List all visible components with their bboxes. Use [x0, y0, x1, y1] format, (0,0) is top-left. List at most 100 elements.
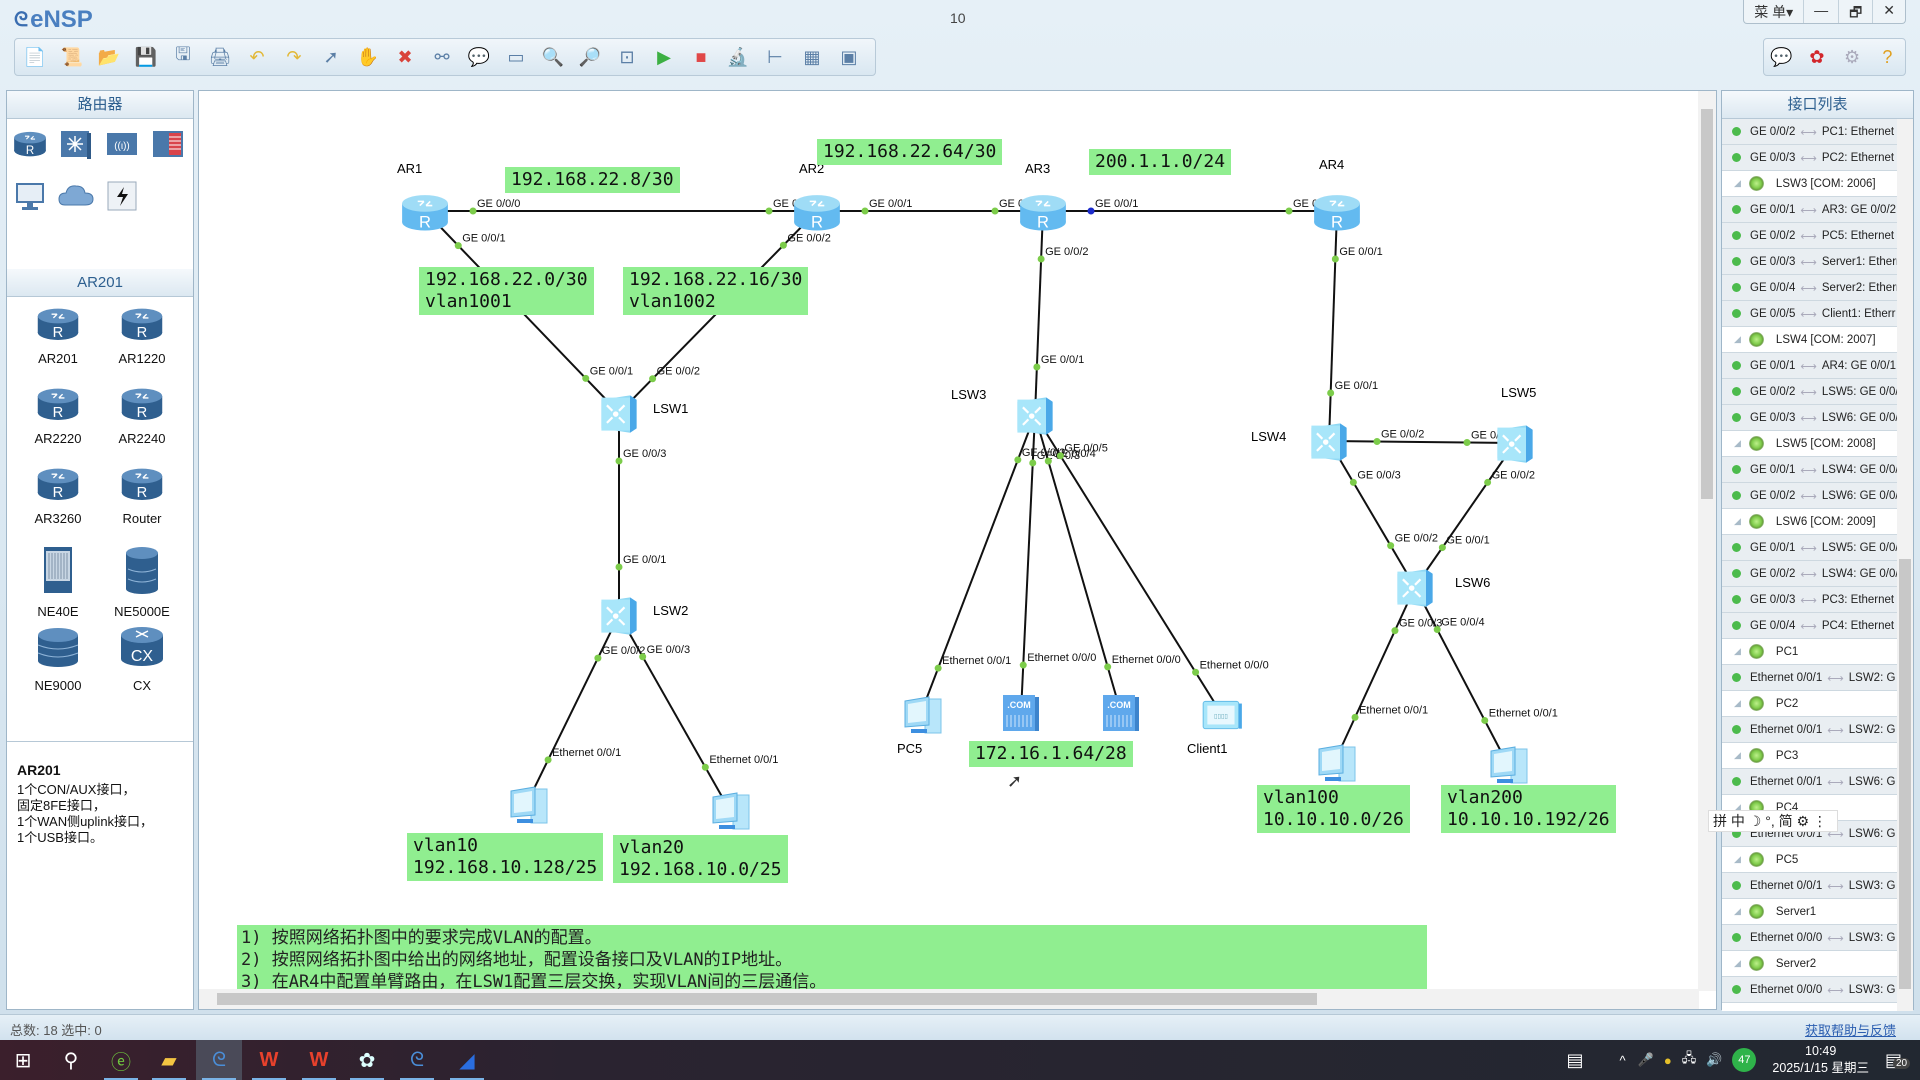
interface-row[interactable]: Ethernet 0/0/1 ⟷ LSW2: G — [1722, 717, 1897, 743]
settings-button[interactable]: ⚙ — [1838, 43, 1866, 71]
delete-button[interactable]: ✖ — [391, 43, 419, 71]
node-server1[interactable]: .COMServer1 — [987, 691, 1043, 756]
interface-row[interactable]: Ethernet 0/0/0 ⟷ LSW3: G — [1722, 925, 1897, 951]
device-ne9000[interactable]: NE9000 — [16, 625, 100, 705]
network-note[interactable]: 200.1.1.0/24 — [1089, 149, 1232, 175]
interface-row[interactable]: Ethernet 0/0/0 ⟷ LSW3: G — [1722, 977, 1897, 1003]
node-lsw4[interactable]: LSW4 — [1251, 419, 1351, 468]
device-ar201[interactable]: R AR201 — [16, 305, 100, 385]
scroll-thumb[interactable] — [217, 993, 1317, 1005]
interface-row[interactable]: GE 0/0/2 ⟷ PC1: Ethernet — [1722, 119, 1897, 145]
network-note[interactable]: 192.168.22.8/30 — [505, 167, 680, 193]
category-connection[interactable] — [103, 179, 141, 217]
interface-row[interactable]: GE 0/0/1 ⟷ AR4: GE 0/0/1 — [1722, 353, 1897, 379]
link-ar4-lsw4[interactable] — [1328, 210, 1338, 442]
node-client1[interactable]: ▯▯▯▯ Client1 — [1187, 691, 1245, 756]
canvas-vertical-scrollbar[interactable] — [1698, 91, 1716, 991]
help-feedback-link[interactable]: 获取帮助与反馈 — [1805, 1020, 1896, 1039]
interface-row[interactable]: Ethernet 0/0/1 ⟷ LSW3: G — [1722, 873, 1897, 899]
network-note[interactable]: 192.168.22.0/30 vlan1001 — [419, 267, 594, 315]
device-group-row[interactable]: ◢ LSW6 [COM: 2009] — [1722, 509, 1897, 535]
open-button[interactable]: 📂 — [95, 43, 123, 71]
minimize-button[interactable]: — — [1803, 0, 1838, 23]
huawei-button[interactable]: ✿ — [1803, 43, 1831, 71]
device-group-row[interactable]: ◢ LSW5 [COM: 2008] — [1722, 431, 1897, 457]
redo-button[interactable]: ↷ — [280, 43, 308, 71]
interface-row[interactable]: GE 0/0/5 ⟷ Client1: Etherr — [1722, 301, 1897, 327]
battery-badge[interactable]: 47 — [1732, 1048, 1757, 1072]
device-group-row[interactable]: ◢ LSW3 [COM: 2006] — [1722, 171, 1897, 197]
device-group-row[interactable]: ◢ PC1 — [1722, 639, 1897, 665]
taskbar-ensp-2[interactable]: ᘓ — [394, 1040, 440, 1080]
interface-row[interactable]: GE 0/0/4 ⟷ Server2: Ethern — [1722, 275, 1897, 301]
interface-row[interactable]: GE 0/0/3 ⟷ LSW6: GE 0/0/ — [1722, 405, 1897, 431]
interface-row[interactable]: GE 0/0/2 ⟷ PC5: Ethernet — [1722, 223, 1897, 249]
node-pc1[interactable]: PC1 — [505, 781, 555, 846]
network-note[interactable]: vlan20 192.168.10.0/25 — [613, 835, 788, 883]
node-pc2[interactable]: PC2 — [707, 787, 757, 852]
expand-triangle-icon[interactable]: ◢ — [1734, 516, 1741, 527]
link-lsw3-client1[interactable] — [1034, 414, 1222, 714]
taskbar-wps-2[interactable]: W — [296, 1040, 342, 1080]
category-switch[interactable] — [57, 127, 95, 165]
category-firewall[interactable] — [149, 127, 187, 165]
taskbar-ensp[interactable]: ᘓ — [196, 1040, 242, 1080]
expand-triangle-icon[interactable]: ◢ — [1734, 646, 1741, 657]
capture-button[interactable]: 🔬 — [724, 43, 752, 71]
node-ar3[interactable]: R AR3 — [1017, 161, 1069, 238]
help-button[interactable]: ? — [1873, 43, 1901, 71]
network-note[interactable]: 192.168.22.64/30 — [817, 139, 1003, 165]
link-lsw2-pc1[interactable] — [526, 614, 620, 804]
restore-button[interactable]: 🗗 — [1838, 0, 1872, 23]
interface-row[interactable]: GE 0/0/3 ⟷ Server1: Ethern — [1722, 249, 1897, 275]
taskbar-explorer[interactable]: ▰ — [146, 1040, 192, 1080]
device-ne40e[interactable]: NE40E — [16, 545, 100, 625]
node-lsw6[interactable]: LSW6 — [1393, 565, 1490, 614]
device-ar2240[interactable]: R AR2240 — [100, 385, 184, 465]
menu-button[interactable]: 菜 单▾ — [1744, 0, 1803, 23]
tray-expand-icon[interactable]: ^ — [1620, 1053, 1626, 1068]
node-pc5[interactable]: PC5 — [897, 691, 949, 756]
task-note[interactable]: 1) 按照网络拓扑图中的要求完成VLAN的配置。 2) 按照网络拓扑图中给出的网… — [237, 925, 1427, 991]
taskbar-wps[interactable]: W — [246, 1040, 292, 1080]
category-wireless[interactable]: ((ι)) — [103, 127, 141, 165]
news-icon[interactable]: ▤ — [1567, 1050, 1584, 1071]
device-group-row[interactable]: ◢ PC3 — [1722, 743, 1897, 769]
pan-button[interactable]: ✋ — [354, 43, 382, 71]
cli-button[interactable]: ▣ — [835, 43, 863, 71]
interface-row[interactable]: GE 0/0/1 ⟷ LSW4: GE 0/0/ — [1722, 457, 1897, 483]
network-icon[interactable]: 🖧 — [1682, 1049, 1697, 1071]
interface-row[interactable]: GE 0/0/1 ⟷ LSW5: GE 0/0/ — [1722, 535, 1897, 561]
chat-button[interactable]: 💬 — [1768, 43, 1796, 71]
scroll-thumb[interactable] — [1701, 109, 1713, 499]
node-ar1[interactable]: R AR1 — [397, 161, 451, 238]
network-note[interactable]: vlan10 192.168.10.128/25 — [407, 833, 604, 881]
interface-row[interactable]: GE 0/0/4 ⟷ PC4: Ethernet — [1722, 613, 1897, 639]
print-button[interactable]: 🖨 — [206, 43, 234, 71]
zoom-out-button[interactable]: 🔎 — [576, 43, 604, 71]
start-device-button[interactable]: ▶ — [650, 43, 678, 71]
interface-row[interactable]: Ethernet 0/0/1 ⟷ LSW2: G — [1722, 665, 1897, 691]
network-note[interactable]: vlan200 10.10.10.192/26 — [1441, 785, 1616, 833]
expand-triangle-icon[interactable]: ◢ — [1734, 958, 1741, 969]
taskbar-ev-recorder[interactable]: ✿ — [344, 1040, 390, 1080]
grid-button[interactable]: ▦ — [798, 43, 826, 71]
scroll-thumb[interactable] — [1899, 559, 1911, 989]
node-lsw5[interactable]: LSW5 — [1493, 385, 1537, 470]
interface-row[interactable]: GE 0/0/2 ⟷ LSW5: GE 0/0/ — [1722, 379, 1897, 405]
taskbar-wireshark[interactable]: ◢ — [444, 1040, 490, 1080]
taskbar-browser[interactable]: ⓔ — [98, 1040, 144, 1080]
interface-row[interactable]: Ethernet 0/0/1 ⟷ LSW6: G — [1722, 769, 1897, 795]
volume-icon[interactable]: 🔊 — [1706, 1052, 1722, 1068]
expand-triangle-icon[interactable]: ◢ — [1734, 750, 1741, 761]
select-button[interactable]: ➚ — [317, 43, 345, 71]
text-note-button[interactable]: 💬 — [465, 43, 493, 71]
network-note[interactable]: vlan100 10.10.10.0/26 — [1257, 785, 1410, 833]
topology-button[interactable]: ⊢ — [761, 43, 789, 71]
save-button[interactable]: 💾 — [132, 43, 160, 71]
node-lsw3[interactable]: LSW3 — [951, 387, 1057, 442]
device-group-row[interactable]: ◢ PC5 — [1722, 847, 1897, 873]
network-note[interactable]: 192.168.22.16/30 vlan1002 — [623, 267, 809, 315]
expand-triangle-icon[interactable]: ◢ — [1734, 906, 1741, 917]
device-group-row[interactable]: ◢ LSW4 [COM: 2007] — [1722, 327, 1897, 353]
